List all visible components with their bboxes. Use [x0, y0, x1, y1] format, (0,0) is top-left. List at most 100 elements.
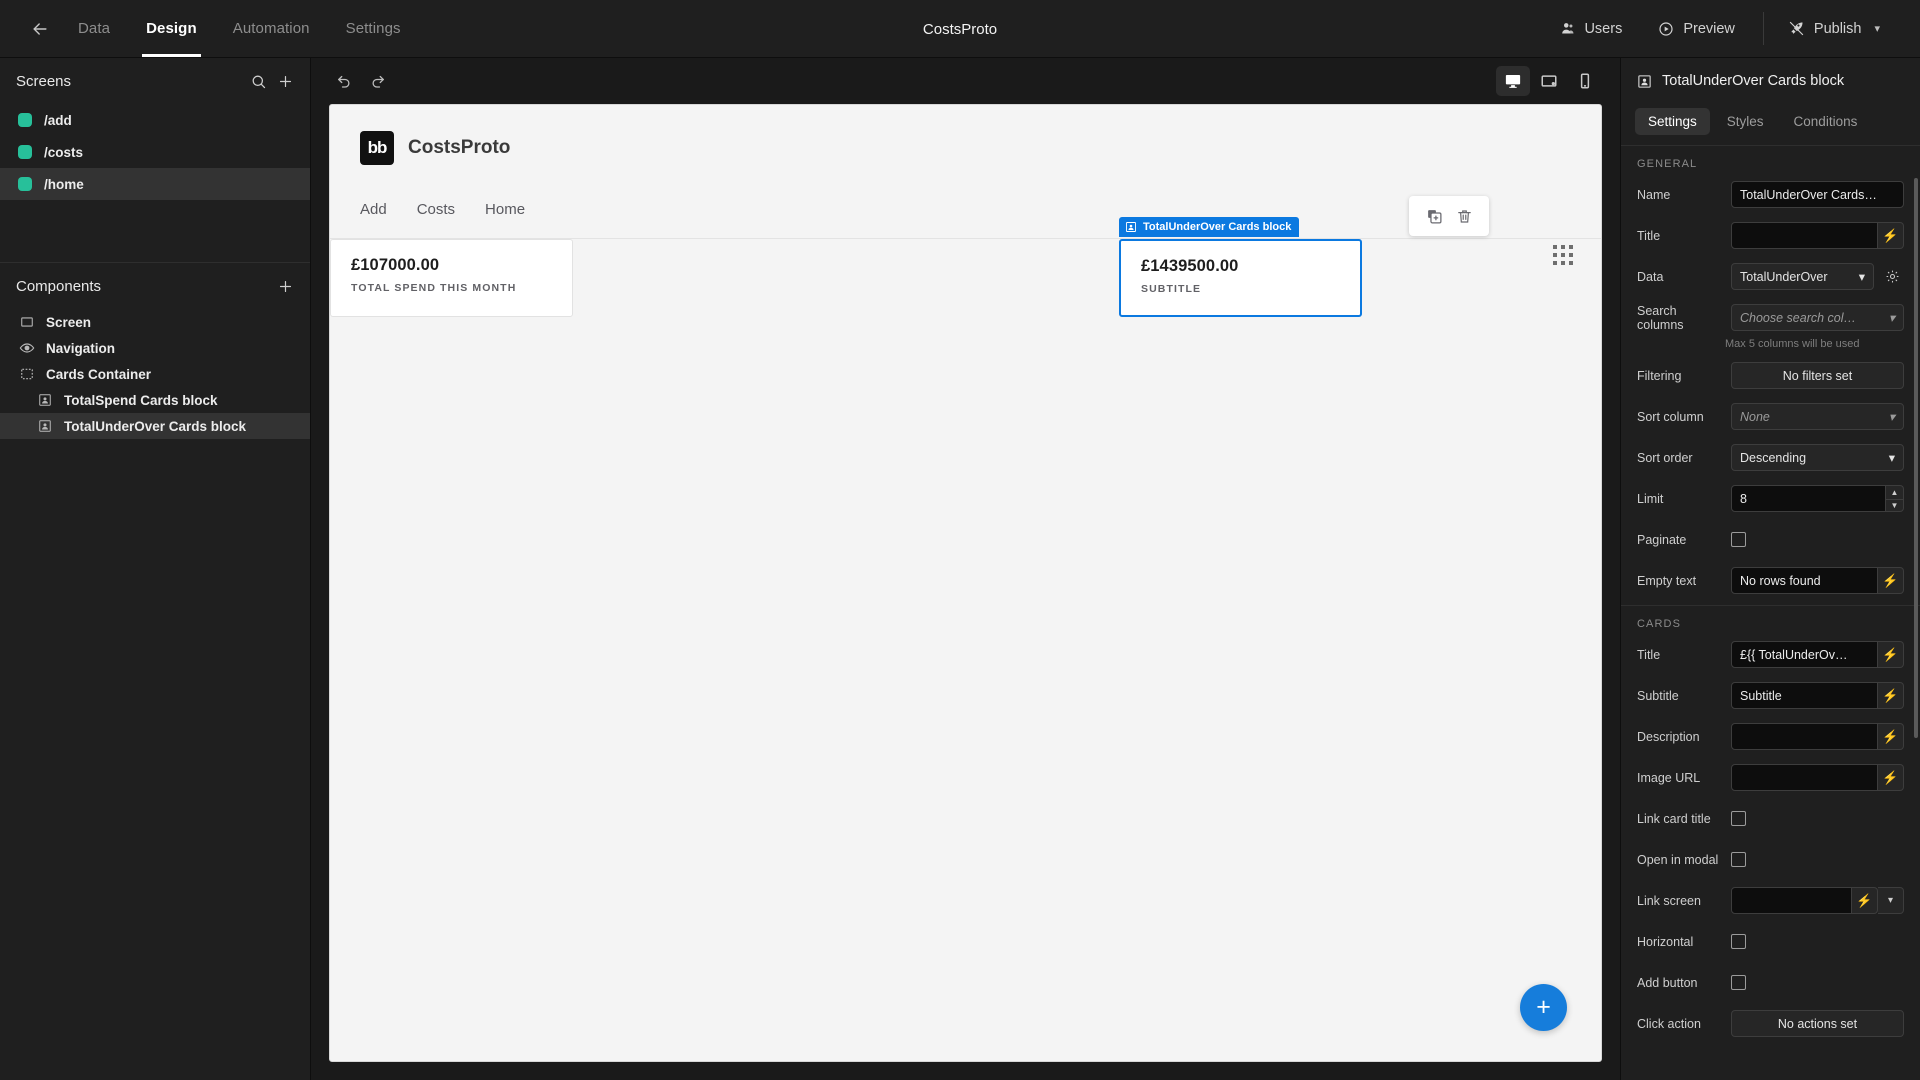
click-action-button[interactable]: No actions set — [1731, 1010, 1904, 1037]
plus-icon: + — [1536, 993, 1551, 1021]
link-card-title-checkbox[interactable] — [1731, 811, 1746, 826]
chevron-down-icon[interactable]: ▾ — [1874, 22, 1880, 35]
chevron-down-icon: ▾ — [1858, 270, 1865, 284]
stepper-down-icon[interactable]: ▼ — [1886, 498, 1904, 512]
component-item-cards-container[interactable]: Cards Container — [0, 361, 310, 387]
screen-label: /home — [44, 176, 84, 192]
chevron-down-icon[interactable]: ▾ — [1878, 887, 1904, 914]
add-component-icon[interactable] — [277, 278, 294, 295]
tab-conditions[interactable]: Conditions — [1781, 108, 1871, 135]
tablet-icon[interactable] — [1532, 66, 1566, 96]
component-label: TotalSpend Cards block — [64, 392, 218, 408]
screen-status-dot — [18, 177, 32, 191]
component-item-navigation[interactable]: Navigation — [0, 335, 310, 361]
field-label: Title — [1637, 647, 1661, 662]
card-totalspend[interactable]: £107000.00 TOTAL SPEND THIS MONTH — [330, 239, 573, 317]
add-button-checkbox[interactable] — [1731, 975, 1746, 990]
tab-data[interactable]: Data — [60, 0, 128, 57]
canvas-panel: bb CostsProto Add Costs Home £107000.00 … — [311, 58, 1620, 1080]
block-icon — [36, 392, 53, 409]
add-component-fab[interactable]: + — [1520, 984, 1567, 1031]
tab-settings[interactable]: Settings — [1635, 108, 1710, 135]
nav-link-add[interactable]: Add — [360, 201, 387, 218]
tab-automation[interactable]: Automation — [215, 0, 328, 57]
add-screen-icon[interactable] — [277, 73, 294, 90]
open-in-modal-checkbox[interactable] — [1731, 852, 1746, 867]
tab-settings[interactable]: Settings — [328, 0, 419, 57]
binding-bolt-icon[interactable]: ⚡ — [1878, 723, 1904, 750]
horizontal-checkbox[interactable] — [1731, 934, 1746, 949]
field-data: Data TotalUnderOver ▾ — [1621, 260, 1920, 293]
title-input[interactable] — [1731, 222, 1878, 249]
app-canvas[interactable]: bb CostsProto Add Costs Home £107000.00 … — [329, 104, 1602, 1062]
binding-bolt-icon[interactable]: ⚡ — [1878, 641, 1904, 668]
screen-label: /add — [44, 112, 72, 128]
publish-button[interactable]: Publish ▾ — [1770, 20, 1898, 37]
user-icon — [1560, 21, 1575, 36]
component-label: Screen — [46, 314, 92, 330]
sort-order-select[interactable]: Descending ▾ — [1731, 444, 1904, 471]
back-button[interactable] — [20, 0, 60, 57]
component-item-totalunderover-cards-block[interactable]: TotalUnderOver Cards block — [0, 413, 310, 439]
card-subtitle-input[interactable]: Subtitle — [1731, 682, 1878, 709]
binding-bolt-icon[interactable]: ⚡ — [1878, 682, 1904, 709]
field-label: Sort column — [1637, 409, 1704, 424]
redo-icon[interactable] — [363, 66, 393, 96]
search-icon[interactable] — [250, 73, 267, 90]
component-label: Cards Container — [46, 366, 152, 382]
tab-styles[interactable]: Styles — [1714, 108, 1777, 135]
field-label: Search columns — [1637, 303, 1684, 332]
undo-icon[interactable] — [329, 66, 359, 96]
component-label: Navigation — [46, 340, 116, 356]
field-label: Subtitle — [1637, 688, 1679, 703]
preview-app-title: CostsProto — [408, 137, 511, 158]
link-screen-input[interactable] — [1731, 887, 1852, 914]
nav-link-costs[interactable]: Costs — [417, 201, 455, 218]
field-sort-column: Sort column None ▾ — [1621, 400, 1920, 433]
settings-scrollbar[interactable] — [1914, 178, 1918, 738]
settings-panel-header: TotalUnderOver Cards block — [1621, 58, 1920, 104]
nav-link-home[interactable]: Home — [485, 201, 525, 218]
component-item-screen[interactable]: Screen — [0, 309, 310, 335]
block-icon — [1125, 221, 1137, 233]
screen-icon — [18, 314, 35, 331]
sort-column-select[interactable]: None ▾ — [1731, 403, 1904, 430]
data-select[interactable]: TotalUnderOver ▾ — [1731, 263, 1874, 290]
screen-item-home[interactable]: /home — [0, 168, 310, 200]
main-tabs: Data Design Automation Settings — [60, 0, 419, 57]
gear-icon[interactable] — [1880, 269, 1904, 284]
users-button[interactable]: Users — [1542, 0, 1640, 57]
paginate-checkbox[interactable] — [1731, 532, 1746, 547]
stepper-up-icon[interactable]: ▲ — [1886, 485, 1904, 499]
card-totalunderover[interactable]: £1439500.00 SUBTITLE — [1119, 239, 1362, 317]
field-label: Title — [1637, 228, 1661, 243]
limit-input[interactable]: 8 — [1731, 485, 1886, 512]
field-label: Name — [1637, 187, 1671, 202]
field-name: Name TotalUnderOver Cards… — [1621, 178, 1920, 211]
binding-bolt-icon[interactable]: ⚡ — [1878, 567, 1904, 594]
empty-text-input[interactable]: No rows found — [1731, 567, 1878, 594]
filtering-button[interactable]: No filters set — [1731, 362, 1904, 389]
duplicate-icon[interactable] — [1421, 203, 1447, 229]
sort-order-value: Descending — [1740, 450, 1807, 465]
search-columns-value: Choose search col… — [1740, 310, 1857, 325]
mobile-icon[interactable] — [1568, 66, 1602, 96]
desktop-icon[interactable] — [1496, 66, 1530, 96]
screen-item-add[interactable]: /add — [0, 104, 310, 136]
binding-bolt-icon[interactable]: ⚡ — [1878, 764, 1904, 791]
card-title-input[interactable]: £{{ TotalUnderOv… — [1731, 641, 1878, 668]
binding-bolt-icon[interactable]: ⚡ — [1878, 222, 1904, 249]
settings-scroll-area[interactable]: GENERAL Name TotalUnderOver Cards… Title… — [1621, 146, 1920, 1080]
card-description-input[interactable] — [1731, 723, 1878, 750]
image-url-input[interactable] — [1731, 764, 1878, 791]
preview-button[interactable]: Preview — [1640, 0, 1753, 57]
binding-bolt-icon[interactable]: ⚡ — [1852, 887, 1878, 914]
tab-design[interactable]: Design — [128, 0, 215, 57]
screen-item-costs[interactable]: /costs — [0, 136, 310, 168]
name-input[interactable]: TotalUnderOver Cards… — [1731, 181, 1904, 208]
search-columns-select[interactable]: Choose search col… ▾ — [1731, 304, 1904, 331]
component-item-totalspend-cards-block[interactable]: TotalSpend Cards block — [0, 387, 310, 413]
field-label: Sort order — [1637, 450, 1693, 465]
field-label: Add button — [1637, 975, 1698, 990]
trash-icon[interactable] — [1451, 203, 1477, 229]
